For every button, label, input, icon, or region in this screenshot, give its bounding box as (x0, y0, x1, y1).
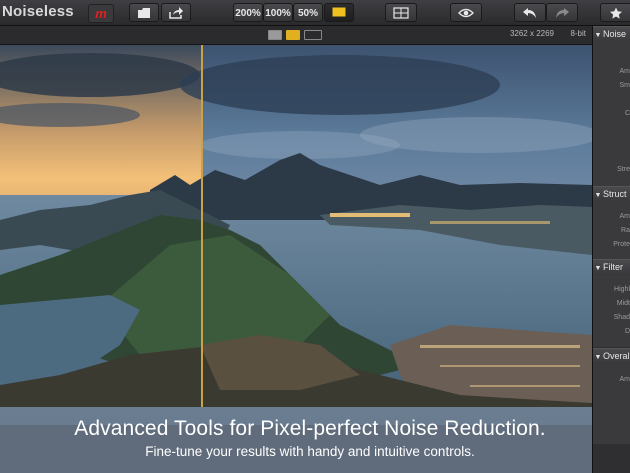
filter-details-label: D (624, 328, 630, 335)
overall-amount-label: Am (619, 376, 630, 383)
structure-radius-label: Ra (621, 227, 630, 234)
share-button[interactable] (161, 3, 191, 22)
structure-controls: Am Ra Prote (593, 202, 630, 260)
star-icon (610, 7, 622, 19)
filter-midtones-label: Midt (616, 300, 630, 307)
zoom-50-button[interactable]: 50% (293, 3, 323, 22)
single-view-button[interactable] (268, 30, 282, 40)
section-header-structure[interactable]: ▼ Struct (593, 186, 630, 203)
overall-controls: Am (593, 364, 630, 444)
app-logo-badge: m (88, 4, 114, 23)
top-toolbar: Noiseless m 200% 100% 50% (0, 0, 630, 26)
collapse-triangle-icon: ▼ (594, 32, 602, 39)
zoom-200-button[interactable]: 200% (233, 3, 263, 22)
structure-amount-label: Am (619, 213, 630, 220)
image-canvas[interactable]: Advanced Tools for Pixel-perfect Noise R… (0, 45, 592, 473)
caption-headline: Advanced Tools for Pixel-perfect Noise R… (74, 417, 546, 440)
structure-protect-label: Prote (613, 241, 630, 248)
bit-depth: 8-bit (570, 29, 586, 38)
noise-color-label: C (624, 110, 630, 117)
section-header-filter[interactable]: ▼ Filter (593, 259, 630, 276)
filter-highlights-label: Highl (614, 286, 630, 293)
adjustments-panel: ▼ Noise Am Sm C Stre ▼ Struct Am Ra Prote … (592, 26, 630, 473)
promo-caption: Advanced Tools for Pixel-perfect Noise R… (0, 407, 592, 473)
folder-icon (138, 8, 150, 18)
collapse-triangle-icon: ▼ (594, 354, 602, 361)
compare-grid-button[interactable] (385, 3, 417, 22)
section-header-noise[interactable]: ▼ Noise (593, 26, 630, 43)
split-divider-handle[interactable] (201, 45, 203, 407)
noise-amount-label: Am (619, 68, 630, 75)
redo-icon (556, 8, 569, 18)
presets-button[interactable] (600, 3, 630, 22)
undo-icon (523, 8, 536, 18)
fit-screen-icon (332, 7, 346, 17)
redo-button[interactable] (546, 3, 578, 22)
noise-strength-label: Stre (617, 166, 630, 173)
filter-controls: Highl Midt Shad D (593, 275, 630, 347)
caption-subline: Fine-tune your results with handy and in… (145, 444, 475, 459)
section-header-overall[interactable]: ▼ Overal (593, 348, 630, 365)
filter-shadows-label: Shad (613, 314, 630, 321)
noise-controls: Am Sm C Stre (593, 42, 630, 188)
eye-icon (458, 8, 474, 18)
side-by-side-view-button[interactable] (304, 30, 322, 40)
undo-button[interactable] (514, 3, 546, 22)
image-dimensions: 3262 x 2269 (509, 29, 554, 38)
split-view-button[interactable] (286, 30, 300, 40)
app-title: Noiseless (2, 3, 74, 20)
collapse-triangle-icon: ▼ (594, 192, 602, 199)
share-icon (169, 7, 183, 19)
preview-toggle-button[interactable] (450, 3, 482, 22)
zoom-100-button[interactable]: 100% (263, 3, 293, 22)
view-mode-bar: 3262 x 2269 8-bit (0, 26, 592, 45)
open-folder-button[interactable] (129, 3, 159, 22)
collapse-triangle-icon: ▼ (594, 265, 602, 272)
grid-icon (393, 7, 409, 19)
noise-smoothness-label: Sm (619, 82, 630, 89)
fit-view-button[interactable] (324, 3, 354, 22)
